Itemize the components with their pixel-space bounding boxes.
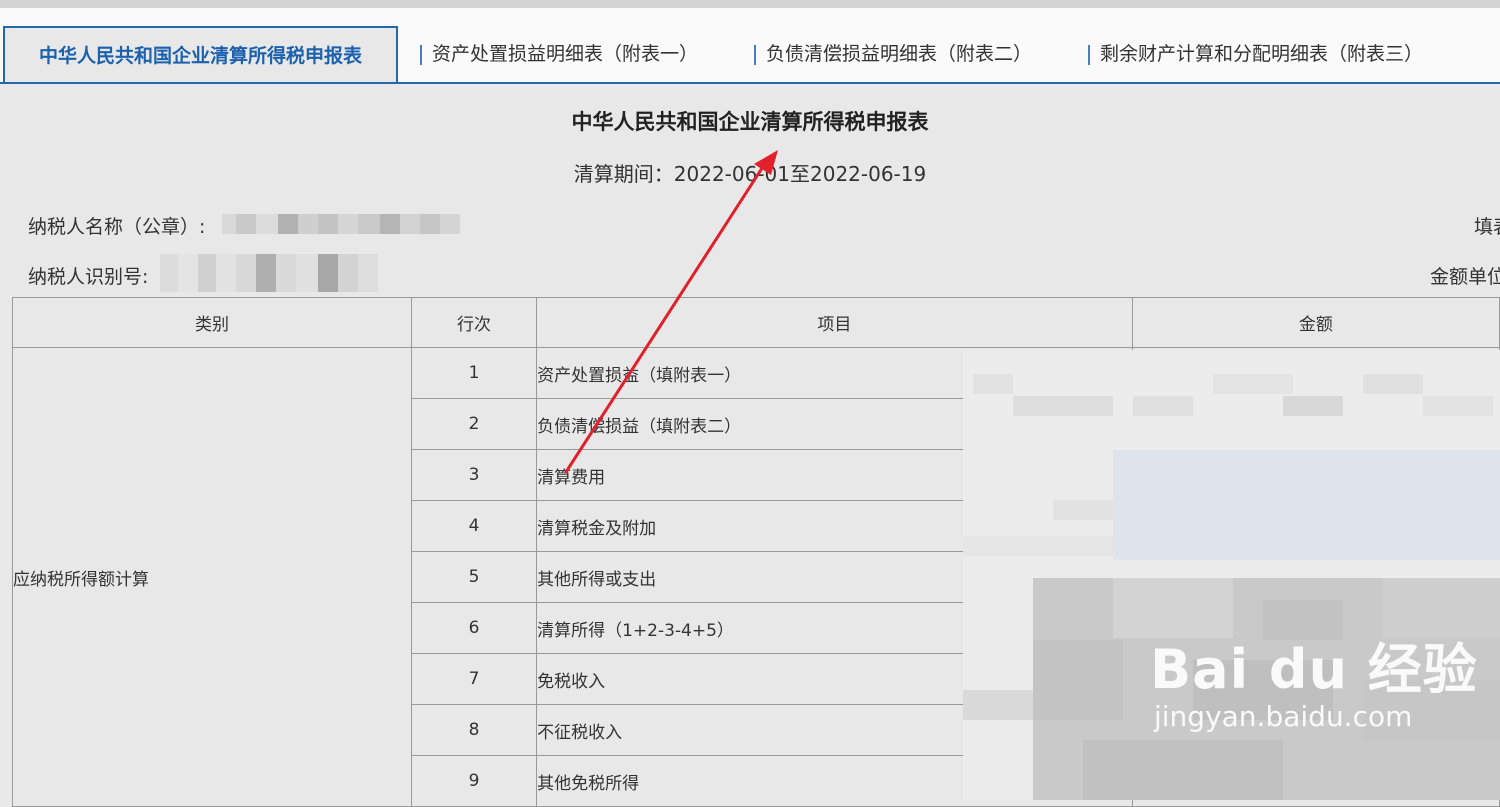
line-no: 9 xyxy=(410,755,538,807)
line-no: 2 xyxy=(410,398,538,450)
period-value: 2022-06-01至2022-06-19 xyxy=(673,162,927,186)
table-header-row: 类别 行次 项目 金额 xyxy=(12,297,1500,348)
baidu-jingyan-watermark: Bai du 经验 jingyan.baidu.com xyxy=(1150,640,1478,734)
tab-label: 资产处置损益明细表（附表一） xyxy=(432,43,699,65)
line-no: 7 xyxy=(410,653,538,705)
amount-unit-label: 金额单位 xyxy=(1430,266,1500,288)
tab-separator xyxy=(754,44,756,65)
fill-date-label: 填表 xyxy=(1474,216,1500,238)
header-category: 类别 xyxy=(12,297,412,348)
line-no: 8 xyxy=(410,704,538,756)
tab-attachment-1[interactable]: 资产处置损益明细表（附表一） xyxy=(420,26,698,82)
top-strip xyxy=(0,0,1500,8)
settlement-period: 清算期间：2022-06-01至2022-06-19 xyxy=(0,158,1500,187)
taxpayer-name-label: 纳税人名称（公章）: xyxy=(28,216,206,238)
line-no: 5 xyxy=(410,551,538,603)
watermark-url: jingyan.baidu.com xyxy=(1154,700,1413,733)
tab-label: 中华人民共和国企业清算所得税申报表 xyxy=(38,45,362,67)
taxpayer-id-label: 纳税人识别号: xyxy=(28,266,149,288)
tab-main-declaration[interactable]: 中华人民共和国企业清算所得税申报表 xyxy=(3,26,398,82)
taxpayer-id-redacted xyxy=(160,254,378,292)
line-no: 3 xyxy=(410,449,538,501)
header-line-no: 行次 xyxy=(410,297,538,348)
line-no: 4 xyxy=(410,500,538,552)
tab-bar: 中华人民共和国企业清算所得税申报表 资产处置损益明细表（附表一） 负债清偿损益明… xyxy=(0,8,1500,84)
category-cell: 应纳税所得额计算 xyxy=(12,347,412,807)
line-no: 1 xyxy=(410,347,538,399)
taxpayer-name-redacted xyxy=(222,214,460,234)
tab-attachment-3[interactable]: 剩余财产计算和分配明细表（附表三） xyxy=(1088,26,1423,82)
header-item: 项目 xyxy=(536,297,1133,348)
form-title: 中华人民共和国企业清算所得税申报表 xyxy=(571,110,929,134)
header-amount: 金额 xyxy=(1131,297,1500,348)
tab-separator xyxy=(1088,44,1090,65)
line-no: 6 xyxy=(410,602,538,654)
watermark-logo: Bai du 经验 xyxy=(1150,638,1478,701)
tab-label: 剩余财产计算和分配明细表（附表三） xyxy=(1100,43,1424,65)
period-label: 清算期间： xyxy=(573,162,674,186)
tab-separator xyxy=(420,44,422,65)
tab-label: 负债清偿损益明细表（附表二） xyxy=(766,43,1033,65)
tab-attachment-2[interactable]: 负债清偿损益明细表（附表二） xyxy=(754,26,1032,82)
